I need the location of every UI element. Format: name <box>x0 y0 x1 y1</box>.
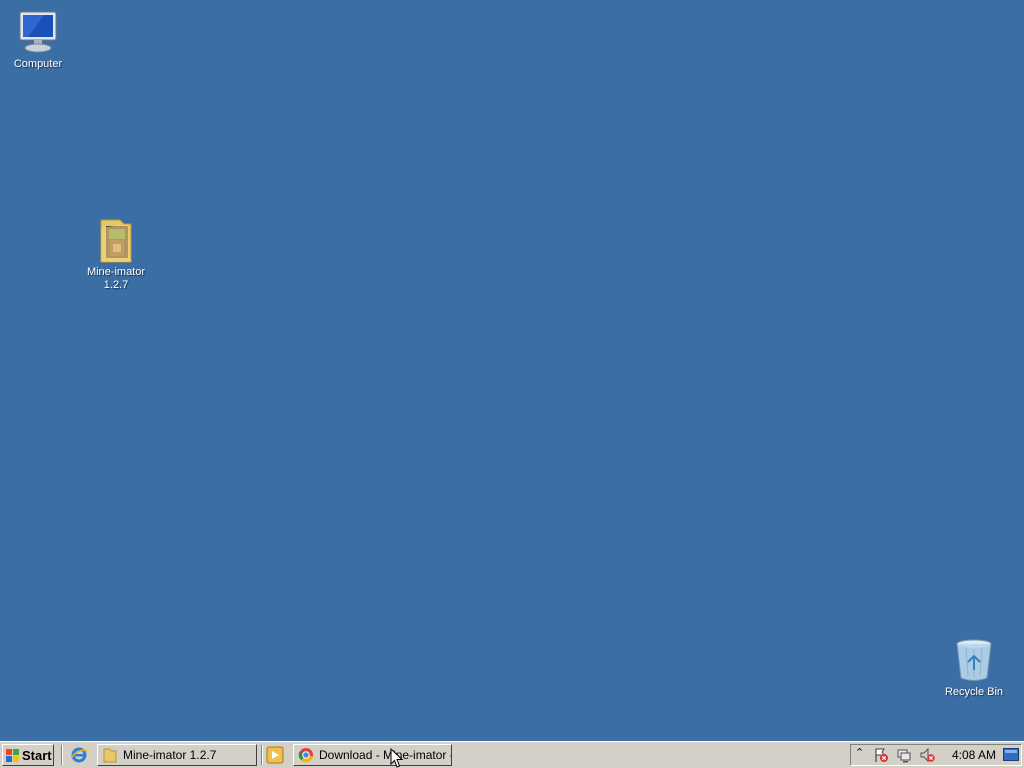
desktop-icon-label: Mine-imator 1.2.7 <box>86 266 146 291</box>
mouse-cursor-icon <box>390 748 404 768</box>
start-button[interactable]: Start <box>2 744 54 766</box>
show-hidden-icons-icon[interactable]: ⌃ <box>855 746 864 759</box>
computer-icon <box>19 11 57 53</box>
taskbar-button-label: Download - Mine-imator -... <box>319 748 452 762</box>
taskbar-button-mine-imator[interactable]: Mine-imator 1.2.7 <box>97 744 257 766</box>
desktop-icon-label: Computer <box>13 58 63 70</box>
windows-flag-icon <box>6 748 19 762</box>
internet-explorer-icon[interactable] <box>70 746 88 764</box>
desktop-icon-computer[interactable]: Computer <box>0 8 76 71</box>
folder-icon <box>103 748 117 763</box>
folder-icon <box>100 219 132 263</box>
media-player-icon[interactable] <box>266 746 284 764</box>
desktop-icon-label: Recycle Bin <box>944 686 1004 698</box>
taskbar-button-download[interactable]: Download - Mine-imator -... <box>293 744 452 766</box>
recycle-bin-icon <box>956 639 992 681</box>
network-icon[interactable] <box>896 747 912 763</box>
taskbar: Start Mine-imator 1.2.7 Download - Mine-… <box>0 741 1024 768</box>
start-label: Start <box>22 747 52 763</box>
desktop[interactable]: Computer Mine-imator 1.2.7 Recycle Bin <box>0 0 1024 741</box>
action-center-flag-icon[interactable] <box>873 747 889 763</box>
desktop-icon-recycle-bin[interactable]: Recycle Bin <box>936 636 1012 699</box>
taskbar-button-label: Mine-imator 1.2.7 <box>123 748 217 762</box>
desktop-icon-mine-imator[interactable]: Mine-imator 1.2.7 <box>78 214 154 292</box>
taskbar-separator <box>261 745 263 765</box>
system-tray: ⌃ 4:08 AM <box>850 744 1022 766</box>
taskbar-separator <box>61 745 63 765</box>
show-desktop-icon[interactable] <box>1003 748 1019 762</box>
chrome-icon <box>298 748 313 763</box>
volume-muted-icon[interactable] <box>919 747 935 763</box>
clock[interactable]: 4:08 AM <box>952 748 996 762</box>
